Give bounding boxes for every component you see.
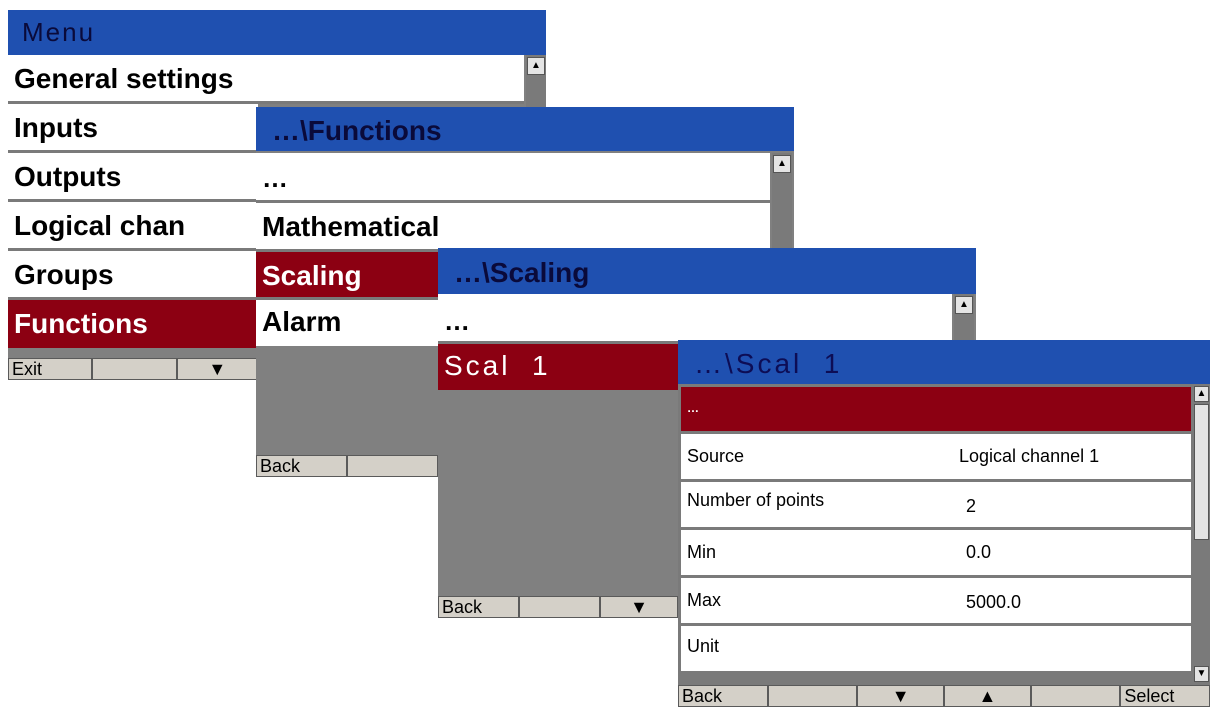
scaling-footer: Back ▼ (438, 596, 678, 618)
field-label: Source (687, 446, 745, 466)
functions-title-bar: …\Functions (256, 107, 794, 151)
functions-item-up[interactable]: … (256, 153, 770, 203)
scroll-up-arrow-icon[interactable]: ▲ (527, 57, 545, 75)
back-button[interactable]: Back (256, 455, 347, 477)
scal1-down-button[interactable]: ▼ (857, 685, 945, 707)
scal1-soft-key-2[interactable] (767, 685, 858, 707)
field-label: Unit (687, 636, 720, 656)
functions-item-alarm[interactable]: Alarm (256, 300, 438, 346)
scal1-item-up[interactable]: … (681, 387, 1191, 431)
menu-down-button[interactable]: ▼ (176, 358, 258, 380)
menu-soft-key-2[interactable] (92, 358, 177, 380)
scroll-up-arrow-icon[interactable]: ▲ (773, 155, 791, 173)
scroll-thumb[interactable] (1194, 404, 1209, 540)
scal1-title-bar: …\Scal 1 (678, 340, 1210, 384)
field-label: Max (687, 590, 722, 610)
scaling-down-button[interactable]: ▼ (600, 596, 678, 618)
field-value: 0.0 (966, 542, 992, 562)
functions-item-scaling[interactable]: Scaling (256, 252, 438, 300)
scaling-item-scal-1[interactable]: Scal 1 (438, 344, 678, 390)
scroll-up-arrow-icon[interactable]: ▲ (955, 296, 973, 314)
scal1-field-source[interactable]: Source Logical channel 1 (681, 434, 1191, 482)
menu-item-outputs[interactable]: Outputs (8, 153, 258, 202)
scaling-title: …\Scaling (454, 257, 590, 288)
menu-item-functions[interactable]: Functions (8, 300, 258, 348)
scroll-up-arrow-icon[interactable]: ▲ (1194, 386, 1209, 402)
scaling-item-up[interactable]: … (438, 294, 952, 344)
field-value: 5000.0 (966, 592, 1022, 612)
functions-title: …\Functions (272, 115, 442, 146)
scal1-field-number-of-points[interactable]: Number of points 2 (681, 482, 1191, 530)
scal1-up-button[interactable]: ▲ (944, 685, 1031, 707)
scal1-scrollbar[interactable]: ▲ ▼ (1193, 384, 1210, 684)
exit-button[interactable]: Exit (8, 358, 93, 380)
scal1-title: …\Scal 1 (694, 348, 843, 379)
select-button[interactable]: Select (1120, 685, 1210, 707)
menu-item-groups[interactable]: Groups (8, 251, 258, 300)
scal1-window: …\Scal 1 … Source Logical channel 1 Numb… (678, 340, 1210, 707)
menu-footer: Exit ▼ (8, 358, 258, 380)
back-button[interactable]: Back (438, 596, 519, 618)
menu-item-logical-chan[interactable]: Logical chan (8, 202, 258, 251)
scroll-down-arrow-icon[interactable]: ▼ (1194, 666, 1209, 682)
field-label: Number of points (687, 490, 825, 510)
field-value: 2 (966, 496, 977, 516)
functions-item-mathematical[interactable]: Mathematical (256, 203, 770, 252)
menu-title: Menu (22, 17, 96, 47)
scal1-field-max[interactable]: Max 5000.0 (681, 578, 1191, 626)
menu-item-inputs[interactable]: Inputs (8, 104, 258, 153)
menu-item-general-settings[interactable]: General settings (8, 55, 524, 104)
functions-footer: Back (256, 455, 438, 477)
scaling-soft-key-2[interactable] (519, 596, 600, 618)
scal1-soft-key-5[interactable] (1030, 685, 1121, 707)
back-button[interactable]: Back (678, 685, 768, 707)
functions-soft-key-2[interactable] (347, 455, 438, 477)
scal1-field-min[interactable]: Min 0.0 (681, 530, 1191, 578)
field-value: Logical channel 1 (959, 446, 1100, 466)
menu-title-bar: Menu (8, 10, 546, 55)
field-label: Min (687, 542, 717, 562)
scaling-title-bar: …\Scaling (438, 248, 976, 294)
scal1-list: … Source Logical channel 1 Number of poi… (678, 384, 1210, 685)
scal1-field-unit[interactable]: Unit (681, 626, 1191, 674)
scal1-footer: Back ▼ ▲ Select (678, 685, 1210, 707)
